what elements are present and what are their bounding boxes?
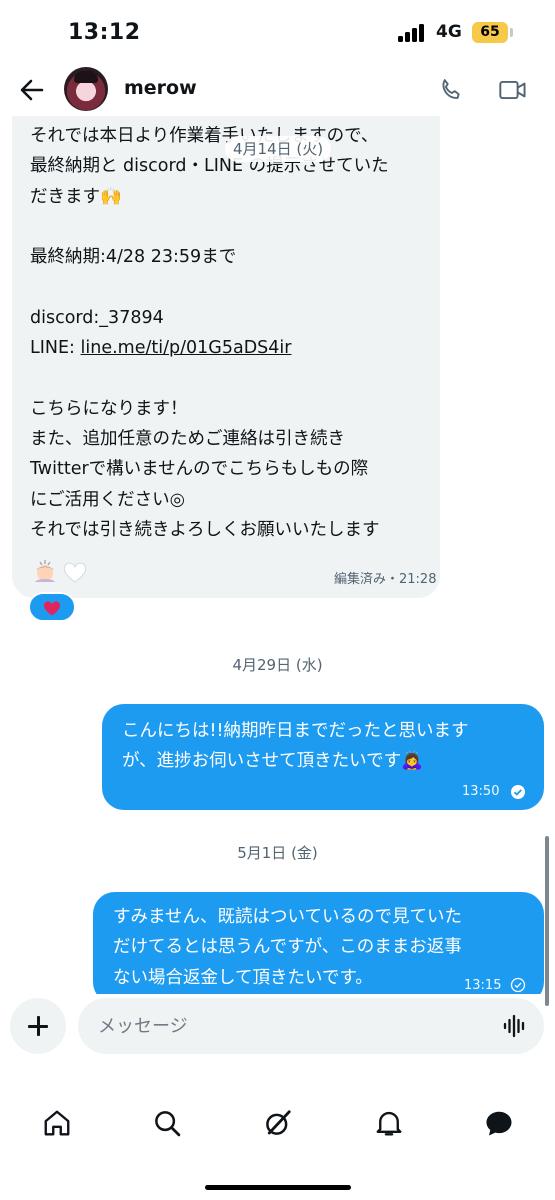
status-bar: 13:12 4G 65 [0, 0, 555, 64]
home-indicator [205, 1185, 351, 1190]
message-composer[interactable] [78, 998, 544, 1054]
nav-messages[interactable] [484, 1108, 514, 1138]
red-heart-icon [43, 601, 61, 616]
white-heart-emoji-icon [63, 562, 87, 583]
sent-check-icon [510, 977, 526, 993]
woman-bowing-emoji-icon [35, 560, 55, 582]
search-icon [155, 1111, 181, 1137]
grok-icon [266, 1110, 291, 1135]
nav-search[interactable] [152, 1108, 182, 1138]
video-icon [499, 80, 526, 100]
conversation-header: merow [0, 64, 555, 116]
network-type: 4G [436, 22, 462, 42]
notifications-icon [376, 1111, 402, 1136]
nav-home[interactable] [42, 1108, 72, 1138]
heart-reaction[interactable] [28, 592, 76, 622]
line-link[interactable]: line.me/ti/p/01G5aDS4ir [81, 338, 292, 358]
scrollbar[interactable] [545, 836, 549, 1006]
outgoing-message-time: 13:50 [462, 784, 500, 799]
avatar[interactable] [64, 67, 108, 111]
outgoing-message-text: こんにちは!!納期昨日までだったと思います が、進捗お伺いさせて頂きたいです🙇‍… [122, 721, 469, 772]
voice-message-icon[interactable] [502, 1014, 528, 1038]
video-call-button[interactable] [498, 76, 528, 104]
date-separator: 4月29日 (水) [232, 656, 323, 674]
home-icon [44, 1110, 70, 1136]
message-list[interactable]: それでは本日より作業着手いたしますので、 最終納期と discord・LINE … [0, 116, 555, 994]
outgoing-message-time: 13:15 [464, 978, 502, 993]
battery-tip [510, 28, 513, 37]
nav-notifications[interactable] [374, 1108, 404, 1138]
call-button[interactable] [437, 76, 465, 104]
date-separator: 5月1日 (金) [237, 844, 318, 862]
cellular-signal-icon [398, 24, 428, 42]
nav-grok[interactable] [263, 1108, 293, 1138]
add-attachment-button[interactable] [10, 998, 66, 1054]
incoming-message-meta: 編集済み・21:28 [334, 572, 437, 587]
incoming-message-text: それでは本日より作業着手いたしますので、 最終納期と discord・LINE … [30, 126, 389, 540]
conversation-username[interactable]: merow [124, 77, 197, 99]
bottom-navigation [0, 1090, 555, 1150]
message-input[interactable] [98, 998, 498, 1054]
messages-icon [486, 1111, 512, 1136]
phone-icon [442, 79, 460, 99]
status-time: 13:12 [68, 20, 141, 45]
back-arrow-icon [20, 79, 44, 101]
battery-icon: 65 [472, 22, 508, 43]
back-button[interactable] [16, 74, 48, 106]
floating-date-label: 4月14日 (火) [225, 136, 332, 162]
sent-check-icon [511, 785, 525, 799]
